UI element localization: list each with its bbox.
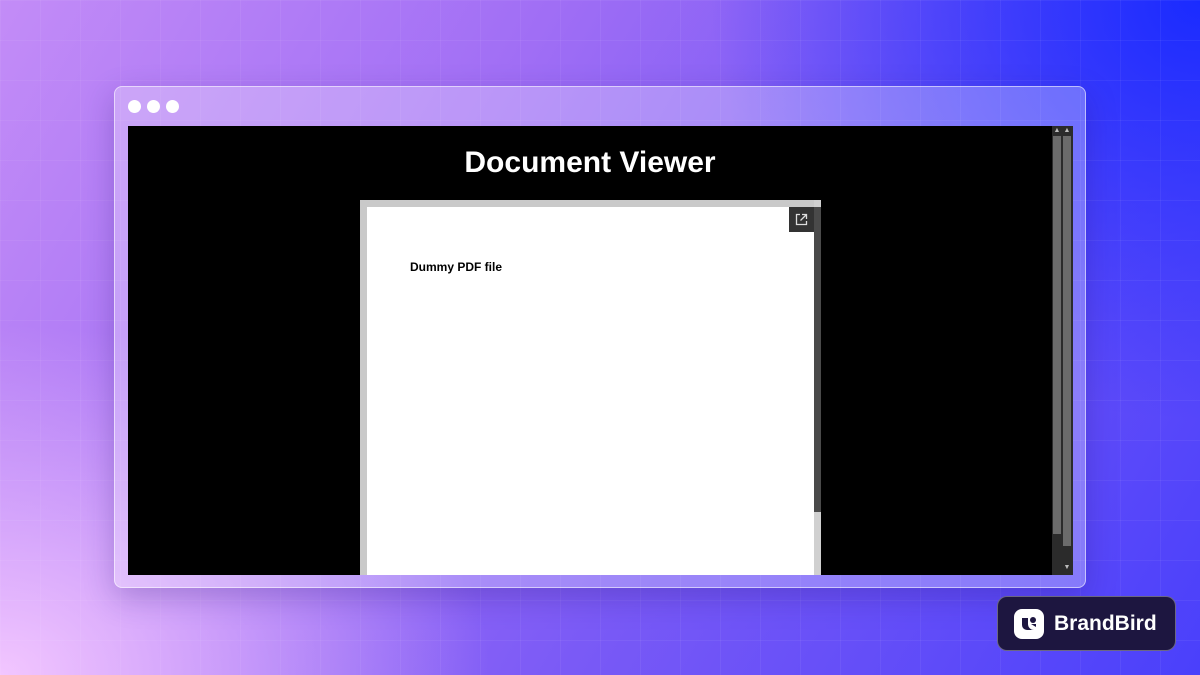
page-viewport: Document Viewer Dummy PDF file ▲ ▲ ▼ — [128, 126, 1073, 575]
brandbird-logo-icon — [1014, 608, 1044, 639]
window-dot-minimize[interactable] — [147, 100, 160, 113]
window-dot-maximize[interactable] — [166, 100, 179, 113]
scroll-down-arrow-icon[interactable]: ▼ — [1063, 564, 1071, 572]
external-link-icon — [795, 213, 808, 226]
scroll-up-arrow-icon[interactable]: ▲ — [1053, 127, 1061, 135]
pdf-text: Dummy PDF file — [410, 260, 503, 274]
window-controls — [128, 100, 179, 113]
scrollbar-thumb-2[interactable] — [1063, 136, 1071, 546]
browser-window: Document Viewer Dummy PDF file ▲ ▲ ▼ — [114, 86, 1086, 588]
pdf-page: Dummy PDF file — [367, 207, 814, 575]
open-external-button[interactable] — [789, 207, 814, 232]
brand-name: BrandBird — [1054, 611, 1157, 635]
scroll-up-arrow-icon-2[interactable]: ▲ — [1063, 127, 1071, 135]
pdf-scrollbar[interactable] — [814, 200, 821, 575]
window-dot-close[interactable] — [128, 100, 141, 113]
pdf-embed[interactable]: Dummy PDF file — [360, 200, 821, 575]
page-scrollbar[interactable]: ▲ ▲ ▼ — [1052, 126, 1073, 575]
pdf-scrollbar-thumb[interactable] — [814, 207, 821, 512]
scrollbar-thumb[interactable] — [1053, 136, 1061, 534]
brand-badge: BrandBird — [997, 596, 1176, 651]
page-title: Document Viewer — [464, 146, 716, 179]
